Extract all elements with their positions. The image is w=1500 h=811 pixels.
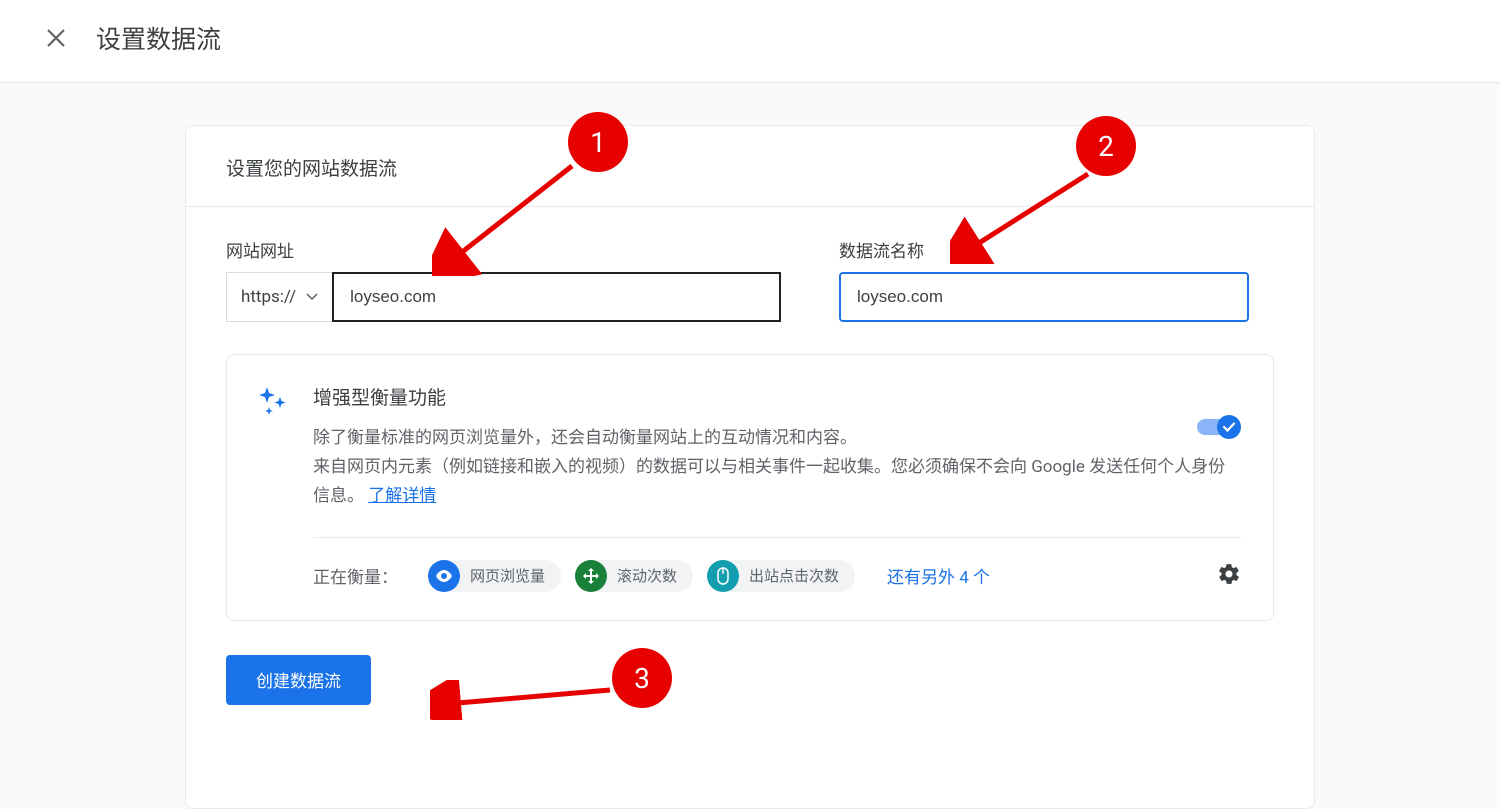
measuring-row: 正在衡量： 网页浏览量 滚动次数 — [313, 560, 1241, 592]
protocol-value: https:// — [241, 287, 296, 307]
chip-scroll: 滚动次数 — [575, 560, 693, 592]
enhanced-desc-line1: 除了衡量标准的网页浏览量外，还会自动衡量网站上的互动情况和内容。 — [313, 428, 857, 448]
form-row: 网站网址 https:// 数据流名称 — [226, 237, 1274, 322]
toggle-thumb — [1217, 415, 1241, 439]
enhanced-desc-line2: 来自网页内元素（例如链接和嵌入的视频）的数据可以与相关事件一起收集。您必须确保不… — [313, 457, 1225, 506]
setup-card: 设置您的网站数据流 网站网址 https:// 数据流名称 — [185, 125, 1315, 809]
name-label: 数据流名称 — [839, 237, 1249, 262]
eye-icon — [428, 560, 460, 592]
card-heading: 设置您的网站数据流 — [186, 126, 1314, 207]
mouse-icon — [707, 560, 739, 592]
enhanced-description: 除了衡量标准的网页浏览量外，还会自动衡量网站上的互动情况和内容。 来自网页内元素… — [313, 424, 1241, 511]
close-icon[interactable] — [44, 26, 68, 50]
chip-pageviews: 网页浏览量 — [428, 560, 561, 592]
modal-header: 设置数据流 — [0, 0, 1500, 83]
url-input[interactable] — [332, 272, 781, 322]
enhanced-toggle[interactable] — [1197, 415, 1241, 439]
measuring-label: 正在衡量： — [313, 563, 398, 588]
enhanced-header: 增强型衡量功能 除了衡量标准的网页浏览量外，还会自动衡量网站上的互动情况和内容。… — [259, 383, 1241, 511]
card-body: 网站网址 https:// 数据流名称 — [186, 207, 1314, 735]
enhanced-title: 增强型衡量功能 — [313, 383, 1241, 410]
create-stream-button[interactable]: 创建数据流 — [226, 655, 371, 705]
more-events-link[interactable]: 还有另外 4 个 — [887, 563, 990, 588]
gear-icon[interactable] — [1217, 562, 1241, 590]
protocol-select[interactable]: https:// — [226, 272, 332, 322]
content-area: 设置您的网站数据流 网站网址 https:// 数据流名称 — [0, 83, 1500, 809]
chip-label: 出站点击次数 — [749, 565, 839, 586]
url-label: 网站网址 — [226, 237, 781, 262]
chevron-down-icon — [306, 293, 318, 301]
url-input-wrap: https:// — [226, 272, 781, 322]
sparkle-icon — [259, 385, 289, 419]
stream-name-input[interactable] — [839, 272, 1249, 322]
chip-outbound: 出站点击次数 — [707, 560, 855, 592]
chip-label: 滚动次数 — [617, 565, 677, 586]
url-form-group: 网站网址 https:// — [226, 237, 781, 322]
check-icon — [1222, 420, 1236, 434]
scroll-icon — [575, 560, 607, 592]
enhanced-content: 增强型衡量功能 除了衡量标准的网页浏览量外，还会自动衡量网站上的互动情况和内容。… — [313, 383, 1241, 511]
enhanced-measurement-box: 增强型衡量功能 除了衡量标准的网页浏览量外，还会自动衡量网站上的互动情况和内容。… — [226, 354, 1274, 621]
name-form-group: 数据流名称 — [839, 237, 1249, 322]
learn-more-link[interactable]: 了解详情 — [368, 486, 436, 506]
divider — [313, 537, 1241, 538]
page-title: 设置数据流 — [96, 20, 221, 56]
chip-label: 网页浏览量 — [470, 565, 545, 586]
